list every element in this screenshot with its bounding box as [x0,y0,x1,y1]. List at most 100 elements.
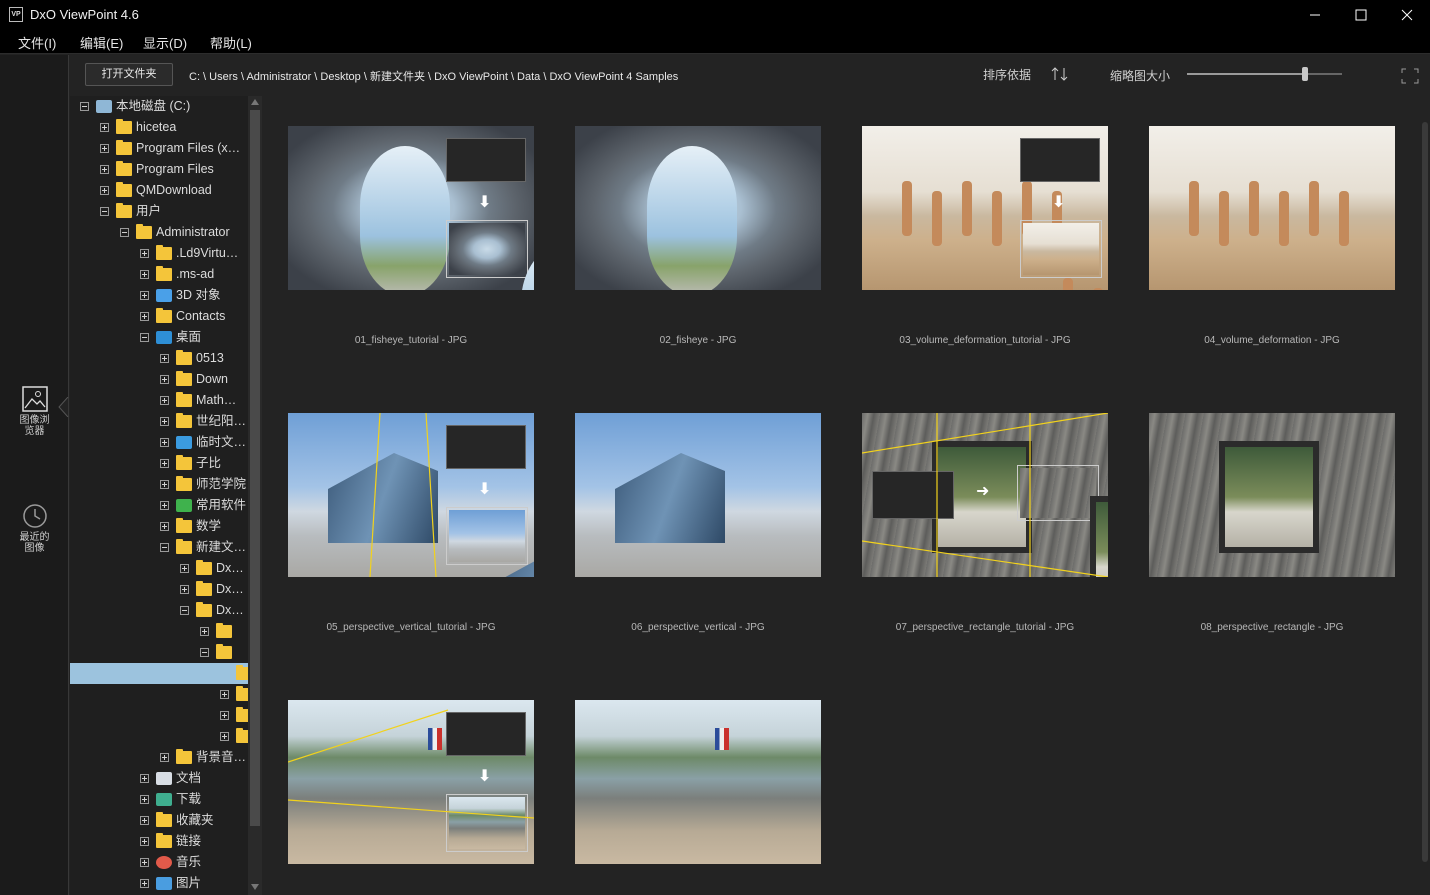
tree-node[interactable]: 世纪阳… [70,411,248,432]
thumbnail-item[interactable]: 06_perspective_vertical - JPG [575,413,821,633]
scroll-up-icon[interactable] [251,99,259,105]
thumbnail-item[interactable]: ⬇ 05_perspective_vertical_tutorial - JPG [288,413,534,633]
expand-icon[interactable] [180,564,189,573]
tree-node[interactable] [70,621,248,642]
expand-icon[interactable] [160,396,169,405]
minimize-button[interactable] [1292,0,1338,30]
sort-order-icon[interactable] [1050,65,1070,83]
collapse-icon[interactable] [140,333,149,342]
thumbnail-image[interactable]: ⬇ [862,126,1108,290]
tree-node[interactable]: Math… [70,390,248,411]
tree-scrollbar[interactable] [248,96,262,895]
expand-icon[interactable] [140,837,149,846]
maximize-button[interactable] [1338,0,1384,30]
scrollbar-thumb[interactable] [1422,122,1428,862]
expand-icon[interactable] [100,186,109,195]
expand-icon[interactable] [160,459,169,468]
tree-node[interactable]: 师范学院 [70,474,248,495]
expand-icon[interactable] [160,417,169,426]
expand-icon[interactable] [140,312,149,321]
fullscreen-icon[interactable] [1401,68,1419,84]
thumbnail-item[interactable]: 04_volume_deformation - JPG [1149,126,1395,346]
recent-images-button[interactable]: 最近的图像 [0,502,69,554]
expand-icon[interactable] [180,585,189,594]
tree-node[interactable]: Dx… [70,579,248,600]
collapse-icon[interactable] [180,606,189,615]
thumbnail-item[interactable] [575,700,821,864]
open-folder-button[interactable]: 打开文件夹 [85,63,173,86]
thumbnail-image[interactable]: ➜ [862,413,1108,577]
tree-node[interactable]: 背景音… [70,747,248,768]
thumbnail-size-slider[interactable] [1187,67,1342,81]
thumbnail-image[interactable] [1149,413,1395,577]
tree-node[interactable]: 临时文… [70,432,248,453]
tree-node[interactable]: 用户 [70,201,248,222]
tree-node[interactable]: Dx… [70,600,248,621]
tree-node[interactable] [70,642,248,663]
tree-node[interactable]: 本地磁盘 (C:) [70,96,248,117]
tree-node[interactable]: .Ld9Virtu… [70,243,248,264]
tree-node[interactable]: 数学 [70,516,248,537]
tree-node[interactable]: Program Files (x… [70,138,248,159]
tree-node[interactable]: hicetea [70,117,248,138]
thumbnail-image[interactable] [575,126,821,290]
expand-icon[interactable] [140,879,149,888]
menu-help[interactable]: 帮助(L) [210,33,252,52]
close-button[interactable] [1384,0,1430,30]
tree-node[interactable] [70,663,248,684]
thumbnail-image[interactable]: ⬇ [288,126,534,290]
thumbnail-image[interactable] [575,700,821,864]
expand-icon[interactable] [100,165,109,174]
tree-node[interactable]: 子比 [70,453,248,474]
thumbnail-image[interactable] [1149,126,1395,290]
tree-node[interactable]: 新建文… [70,537,248,558]
tree-node[interactable]: 常用软件 [70,495,248,516]
tree-node[interactable]: 图片 [70,873,248,894]
thumbnail-item[interactable]: ➜ 07_perspective_rectangle_tutorial - JPG [862,413,1108,633]
expand-icon[interactable] [160,522,169,531]
tree-node[interactable]: 0513 [70,348,248,369]
expand-icon[interactable] [140,249,149,258]
tree-node[interactable]: 文档 [70,768,248,789]
expand-icon[interactable] [160,480,169,489]
menu-view[interactable]: 显示(D) [143,33,187,52]
collapse-icon[interactable] [100,207,109,216]
collapse-icon[interactable] [200,648,209,657]
tree-node[interactable]: 3D 对象 [70,285,248,306]
expand-icon[interactable] [140,858,149,867]
tree-node[interactable] [70,705,248,726]
expand-icon[interactable] [140,270,149,279]
expand-icon[interactable] [220,690,229,699]
expand-icon[interactable] [220,711,229,720]
tree-node[interactable]: .ms-ad [70,264,248,285]
thumbnail-item[interactable]: ⬇ 03_volume_deformation_tutorial - JPG [862,126,1108,346]
tree-node[interactable]: Program Files [70,159,248,180]
slider-handle[interactable] [1301,67,1308,81]
expand-icon[interactable] [200,627,209,636]
menu-edit[interactable]: 编辑(E) [80,33,123,52]
thumbnail-item[interactable]: 02_fisheye - JPG [575,126,821,346]
tree-node[interactable] [70,726,248,747]
thumbnail-item[interactable]: 08_perspective_rectangle - JPG [1149,413,1395,633]
expand-icon[interactable] [160,753,169,762]
tree-node[interactable]: 收藏夹 [70,810,248,831]
tree-node[interactable] [70,684,248,705]
scroll-down-icon[interactable] [251,884,259,890]
thumbnail-image[interactable]: ⬇ [288,413,534,577]
tree-node[interactable]: 下载 [70,789,248,810]
grid-scrollbar[interactable] [1420,96,1430,895]
tree-node[interactable]: Contacts [70,306,248,327]
expand-icon[interactable] [140,774,149,783]
menu-file[interactable]: 文件(I) [18,33,56,52]
expand-icon[interactable] [140,291,149,300]
scrollbar-thumb[interactable] [250,110,260,826]
expand-icon[interactable] [220,732,229,741]
expand-icon[interactable] [160,501,169,510]
thumbnail-item[interactable]: ⬇ 01_fisheye_tutorial - JPG [288,126,534,346]
thumbnail-item[interactable]: ⬇ [288,700,534,864]
tree-node[interactable]: QMDownload [70,180,248,201]
expand-icon[interactable] [160,375,169,384]
expand-icon[interactable] [160,354,169,363]
tree-node[interactable]: Administrator [70,222,248,243]
collapse-icon[interactable] [120,228,129,237]
